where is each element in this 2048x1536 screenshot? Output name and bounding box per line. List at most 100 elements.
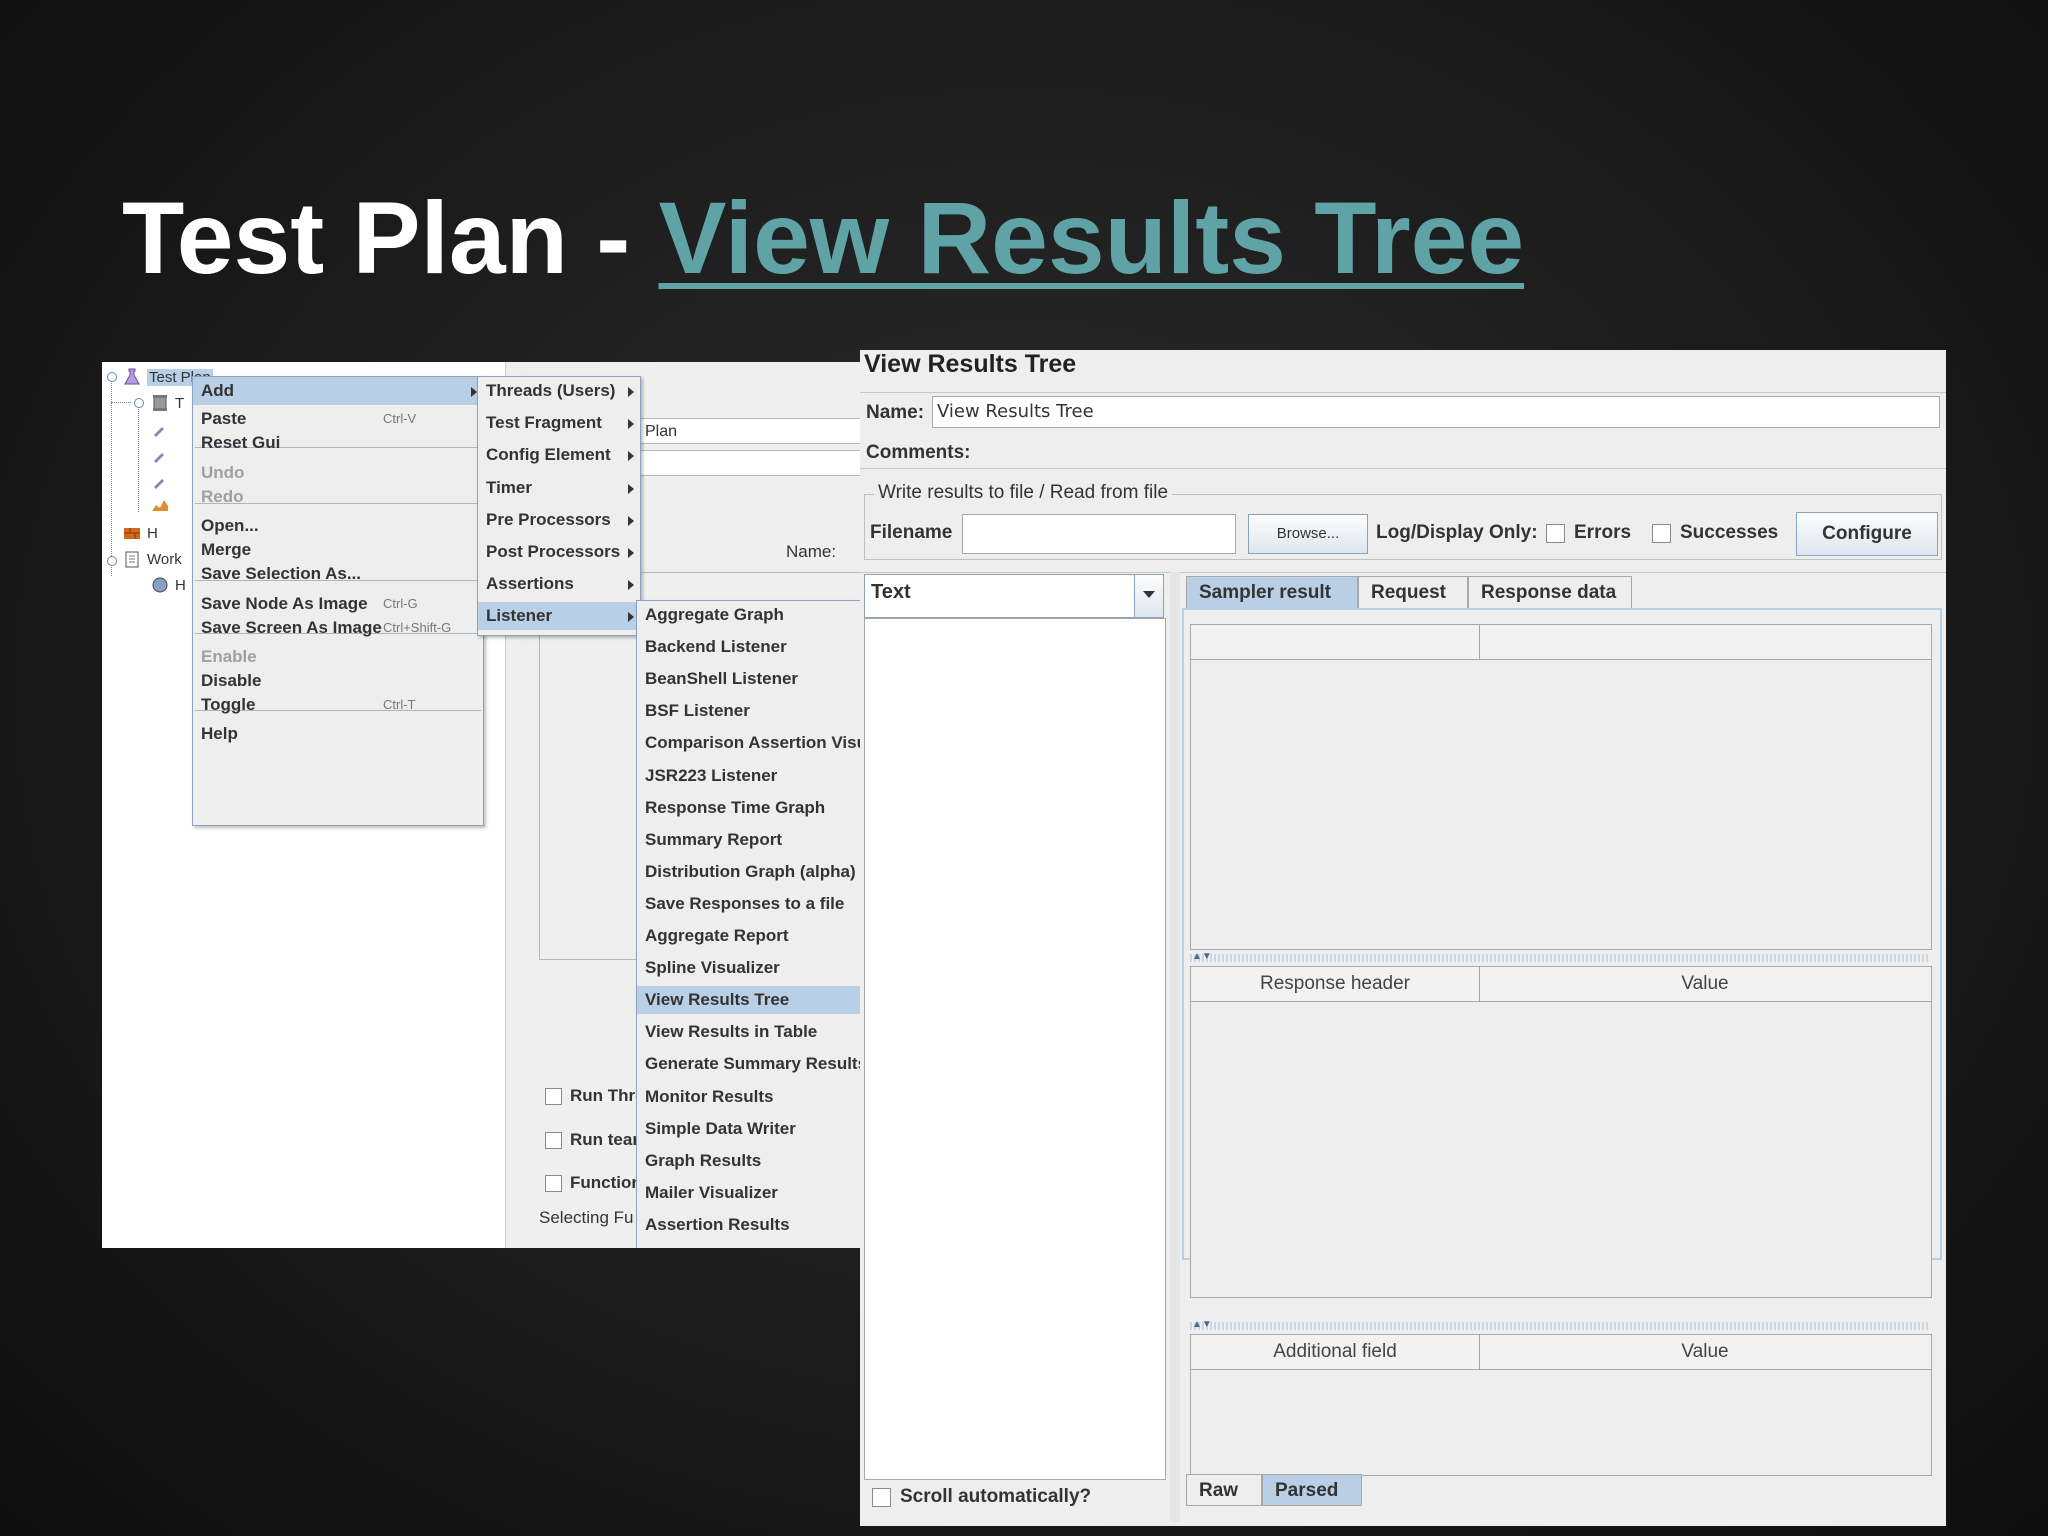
browse-button[interactable]: Browse...: [1248, 514, 1368, 554]
tree-node-workbench[interactable]: Work: [122, 548, 182, 570]
submenu-arrow-icon: [628, 387, 634, 397]
splitter-arrows-icon[interactable]: ▲▼: [1192, 952, 1212, 962]
test-plan-name-field[interactable]: Plan: [638, 418, 862, 444]
tab-raw[interactable]: Raw: [1186, 1474, 1262, 1506]
tree-node-sampler[interactable]: [150, 470, 175, 492]
listener-item-generate-summary-results[interactable]: Generate Summary Results: [637, 1050, 862, 1078]
add-submenu-item-threads-users[interactable]: Threads (Users): [478, 377, 640, 405]
menu-item-redo[interactable]: Redo: [193, 483, 483, 511]
listener-item-distribution-graph-alpha[interactable]: Distribution Graph (alpha): [637, 858, 862, 886]
menu-item-add[interactable]: Add: [193, 377, 483, 405]
splitter-arrows-icon[interactable]: ▲▼: [1192, 1320, 1212, 1330]
menu-item-label: BeanShell Listener: [645, 669, 799, 689]
clipboard-icon: [122, 549, 142, 569]
listener-item-graph-results[interactable]: Graph Results: [637, 1147, 862, 1175]
value-column[interactable]: Value: [1479, 1335, 1931, 1369]
add-submenu-item-listener[interactable]: Listener: [478, 602, 640, 631]
tree-node-http-mirror[interactable]: H: [122, 522, 158, 544]
tab-request[interactable]: Request: [1358, 576, 1468, 608]
log-display-only-label: Log/Display Only:: [1376, 522, 1538, 543]
tree-toggle-handle[interactable]: [107, 556, 117, 566]
listener-item-jsr223-listener[interactable]: JSR223 Listener: [637, 762, 862, 790]
listener-item-bsf-listener[interactable]: BSF Listener: [637, 697, 862, 725]
menu-item-help[interactable]: Help: [193, 720, 483, 748]
listener-item-simple-data-writer[interactable]: Simple Data Writer: [637, 1115, 862, 1143]
errors-checkbox[interactable]: Errors: [1546, 522, 1631, 544]
pane-splitter[interactable]: [1190, 954, 1930, 962]
menu-item-label: Summary Report: [645, 829, 782, 849]
tab-sampler-result[interactable]: Sampler result: [1186, 576, 1358, 608]
checkbox-box: [545, 1088, 562, 1106]
value-column[interactable]: Value: [1479, 967, 1931, 1001]
menu-item-label: Aggregate Graph: [645, 605, 784, 624]
menu-item-label: Pre Processors: [486, 509, 611, 529]
tree-node-sampler[interactable]: [150, 444, 175, 466]
listener-item-view-results-in-table[interactable]: View Results in Table: [637, 1018, 862, 1046]
pane-splitter[interactable]: [1190, 1322, 1930, 1330]
add-submenu-item-post-processors[interactable]: Post Processors: [478, 538, 640, 566]
add-submenu-item-assertions[interactable]: Assertions: [478, 570, 640, 598]
menu-item-save-screen-as-image[interactable]: Save Screen As Image Ctrl+Shift-G: [193, 614, 483, 642]
menu-item-label: Simple Data Writer: [645, 1118, 796, 1138]
menu-item-toggle[interactable]: Toggle Ctrl-T: [193, 691, 483, 719]
tree-node-thread-group[interactable]: T: [150, 392, 184, 414]
renderer-select[interactable]: Text: [864, 574, 1164, 618]
menu-item-label: Enable: [201, 647, 257, 666]
menu-item-reset-gui[interactable]: Reset Gui: [193, 429, 483, 457]
listener-item-backend-listener[interactable]: Backend Listener: [637, 633, 862, 661]
filename-input[interactable]: [962, 514, 1236, 554]
globe-icon: [150, 575, 170, 595]
configure-button[interactable]: Configure: [1796, 512, 1938, 556]
tree-toggle-handle[interactable]: [134, 398, 144, 408]
tree-node-listener[interactable]: [150, 494, 175, 516]
listener-item-save-responses-to-a-file[interactable]: Save Responses to a file: [637, 890, 862, 918]
tree-toggle-handle[interactable]: [107, 372, 117, 382]
add-submenu-item-timer[interactable]: Timer: [478, 474, 640, 502]
listener-item-assertion-results[interactable]: Assertion Results: [637, 1211, 862, 1239]
wall-icon: [122, 523, 142, 543]
listener-item-beanshell-listener[interactable]: BeanShell Listener: [637, 665, 862, 693]
tree-node-sampler[interactable]: [150, 418, 175, 440]
submenu-arrow-icon: [628, 580, 634, 591]
listener-item-response-time-graph[interactable]: Response Time Graph: [637, 794, 862, 822]
menu-item-label: Save Selection As...: [201, 564, 361, 583]
results-list[interactable]: [864, 618, 1166, 1480]
scroll-automatically-checkbox[interactable]: Scroll automatically?: [872, 1486, 1091, 1508]
slide-title-link[interactable]: View Results Tree: [659, 181, 1525, 295]
file-group-title: Write results to file / Read from file: [874, 482, 1173, 504]
listener-item-aggregate-report[interactable]: Aggregate Report: [637, 922, 862, 950]
listener-item-summary-report[interactable]: Summary Report: [637, 826, 862, 854]
listener-item-view-results-tree[interactable]: View Results Tree: [637, 986, 862, 1015]
menu-item-label: Comparison Assertion Visu: [645, 733, 862, 753]
listener-item-mailer-visualizer[interactable]: Mailer Visualizer: [637, 1179, 862, 1207]
listener-item-aggregate-graph[interactable]: Aggregate Graph: [637, 601, 862, 629]
run-thread-groups-checkbox[interactable]: Run Thre: [545, 1086, 645, 1106]
view-results-tree-panel: View Results Tree Name: View Results Tre…: [860, 350, 1946, 1526]
add-submenu-item-pre-processors[interactable]: Pre Processors: [478, 506, 640, 534]
successes-checkbox[interactable]: Successes: [1652, 522, 1778, 544]
menu-item-label: Save Node As Image: [201, 594, 368, 613]
additional-field-column[interactable]: Additional field: [1191, 1335, 1479, 1369]
chevron-down-icon[interactable]: [1134, 575, 1163, 617]
add-submenu-item-test-fragment[interactable]: Test Fragment: [478, 409, 640, 437]
tab-response-data[interactable]: Response data: [1468, 576, 1632, 608]
tree-node-proxy[interactable]: H: [150, 574, 186, 596]
name-field[interactable]: View Results Tree: [932, 396, 1940, 428]
add-submenu-item-config-element[interactable]: Config Element: [478, 441, 640, 469]
test-plan-comments-field[interactable]: [638, 450, 862, 476]
results-splitter[interactable]: [1170, 572, 1180, 1522]
menu-item-label: Merge: [201, 540, 252, 559]
menu-item-label: Listener: [486, 606, 553, 626]
menu-item-shortcut: Ctrl+Shift-G: [383, 620, 452, 635]
checkbox-box: [545, 1132, 562, 1150]
listener-item-monitor-results[interactable]: Monitor Results: [637, 1083, 862, 1111]
submenu-arrow-icon: [628, 548, 634, 558]
menu-item-label: BSF Listener: [645, 701, 750, 721]
listener-item-spline-visualizer[interactable]: Spline Visualizer: [637, 954, 862, 982]
run-teardown-checkbox[interactable]: Run tear: [545, 1130, 639, 1150]
tab-parsed[interactable]: Parsed: [1262, 1474, 1362, 1506]
response-header-column[interactable]: Response header: [1191, 967, 1479, 1001]
menu-item-label: Distribution Graph (alpha): [645, 861, 856, 881]
menu-item-save-selection-as[interactable]: Save Selection As...: [193, 560, 483, 588]
listener-item-comparison-assertion-visu[interactable]: Comparison Assertion Visu: [637, 729, 862, 757]
